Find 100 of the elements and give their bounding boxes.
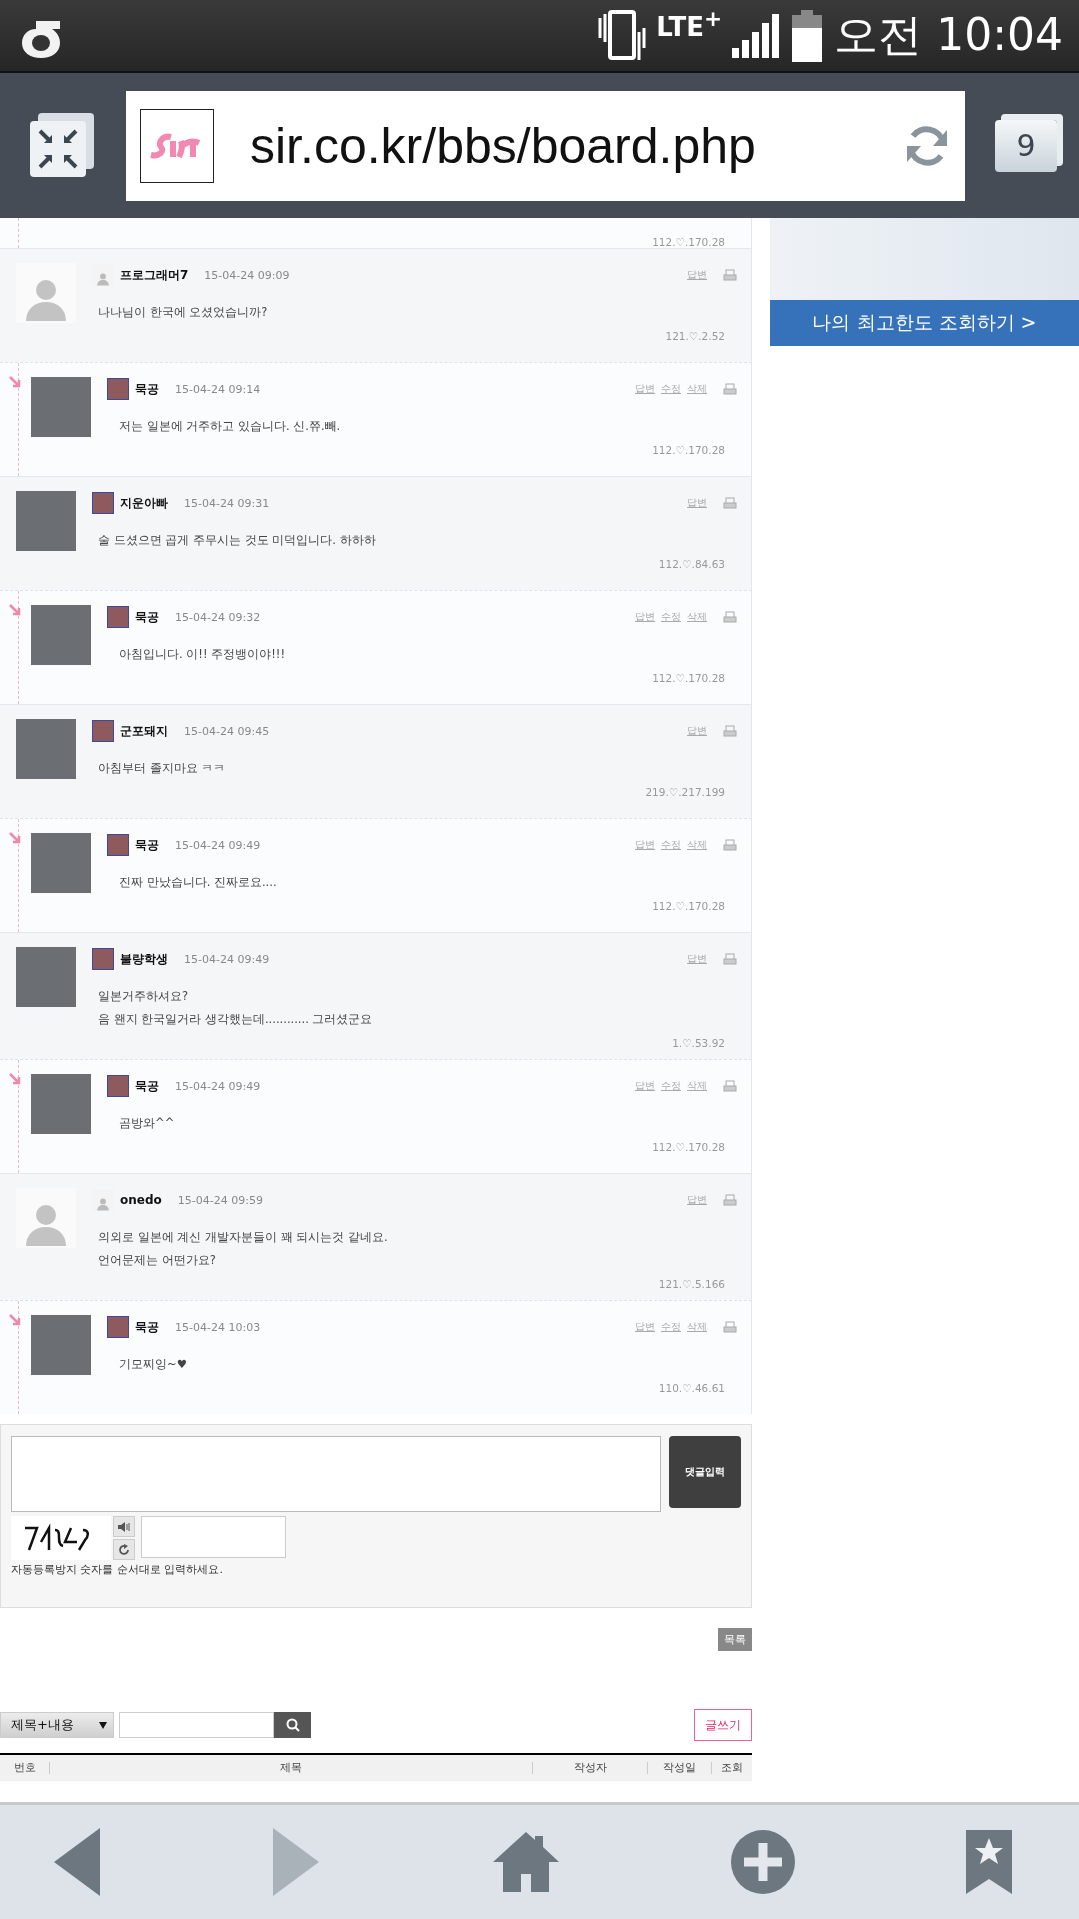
member-badge-icon xyxy=(92,492,114,514)
comment-text: 언어문제는 어떤가요? xyxy=(98,1253,217,1268)
avatar-photo-placeholder xyxy=(31,1315,91,1375)
comment-action-link[interactable]: 삭제 xyxy=(687,1320,707,1334)
reply-arrow-icon xyxy=(8,1072,22,1086)
refresh-captcha-button[interactable] xyxy=(113,1539,135,1560)
comment-author[interactable]: 묵공 xyxy=(135,380,159,398)
speaker-icon xyxy=(117,1520,131,1533)
avatar-photo-placeholder xyxy=(31,605,91,665)
collapse-icon[interactable] xyxy=(30,112,96,179)
comment-author[interactable]: 군포돼지 xyxy=(120,722,168,740)
add-icon xyxy=(729,1829,796,1895)
caret-icon xyxy=(99,1721,107,1729)
comment-action-link[interactable]: 답변 xyxy=(687,268,707,282)
search-type-select[interactable]: 제목+내용 xyxy=(0,1712,114,1738)
comment-action-link[interactable]: 수정 xyxy=(661,1079,681,1093)
list-button[interactable]: 목록 xyxy=(718,1628,752,1651)
comment-date: 15-04-24 09:45 xyxy=(184,724,270,738)
search-button[interactable] xyxy=(274,1712,311,1738)
comment-date: 15-04-24 10:03 xyxy=(175,1320,261,1334)
comment-action-link[interactable]: 답변 xyxy=(635,1320,655,1334)
bookmark-button[interactable] xyxy=(965,1829,1013,1895)
comment-date: 15-04-24 09:49 xyxy=(175,838,261,852)
printer-icon[interactable] xyxy=(723,1321,737,1333)
printer-icon[interactable] xyxy=(723,725,737,737)
printer-icon[interactable] xyxy=(723,839,737,851)
avatar-photo-placeholder xyxy=(16,719,76,779)
comment-action-link[interactable]: 수정 xyxy=(661,382,681,396)
avatar-photo-placeholder xyxy=(31,833,91,893)
comment-action-link[interactable]: 수정 xyxy=(661,610,681,624)
back-button[interactable] xyxy=(52,1826,102,1898)
comment-action-link[interactable]: 답변 xyxy=(687,724,707,738)
column-header: 조회 xyxy=(720,1762,744,1774)
comment-ip: 112.♡.170.28 xyxy=(652,1141,725,1153)
column-header: 작성일 xyxy=(648,1762,712,1774)
submit-comment-button[interactable]: 댓글입력 xyxy=(669,1436,741,1508)
favicon-icon xyxy=(140,108,214,183)
comment-action-link[interactable]: 삭제 xyxy=(687,382,707,396)
comment-action-link[interactable]: 답변 xyxy=(687,952,707,966)
comment-action-link[interactable]: 삭제 xyxy=(687,838,707,852)
printer-icon[interactable] xyxy=(723,1080,737,1092)
comment-text: 아침부터 졸지마요 ㅋㅋ xyxy=(98,761,227,776)
comment-text: 저는 일본에 거주하고 있습니다. 신.쮸.빼. xyxy=(119,419,342,434)
add-button[interactable] xyxy=(729,1829,796,1895)
comment-ip: 121.♡.2.52 xyxy=(665,330,725,342)
comment-action-link[interactable]: 답변 xyxy=(687,1193,707,1207)
comment-ip: 112.♡.170.28 xyxy=(652,672,725,684)
comment-ip: 219.♡.217.199 xyxy=(645,786,725,798)
comment-ip: 121.♡.5.166 xyxy=(658,1278,725,1290)
avatar-photo-placeholder xyxy=(16,491,76,551)
back-arrow-icon xyxy=(52,1826,102,1898)
column-header: 작성자 xyxy=(533,1762,648,1774)
comment-author[interactable]: 지운아빠 xyxy=(120,494,168,512)
comment-author[interactable]: 묵공 xyxy=(135,1318,159,1336)
comment-action-link[interactable]: 답변 xyxy=(635,382,655,396)
comment-action-link[interactable]: 답변 xyxy=(635,838,655,852)
avatar-photo-placeholder xyxy=(16,947,76,1007)
comment-ip: 112.♡.170.28 xyxy=(652,236,725,248)
comment-author[interactable]: 프로그래머7 xyxy=(120,266,189,284)
comment-author[interactable]: 묵공 xyxy=(135,1077,159,1095)
comment-action-link[interactable]: 수정 xyxy=(661,838,681,852)
member-badge-icon xyxy=(92,948,114,970)
comment-date: 15-04-24 09:14 xyxy=(175,382,261,396)
comment-ip: 112.♡.170.28 xyxy=(652,900,725,912)
comment-action-link[interactable]: 수정 xyxy=(661,1320,681,1334)
url-text: sir.co.kr/bbs/board.php xyxy=(250,116,757,175)
printer-icon[interactable] xyxy=(723,1194,737,1206)
printer-icon[interactable] xyxy=(723,269,737,281)
write-button[interactable]: 글쓰기 xyxy=(694,1709,752,1741)
comment-author[interactable]: 묵공 xyxy=(135,836,159,854)
member-badge-icon xyxy=(107,834,129,856)
ad-banner-link[interactable]: 나의 최고한도 조회하기 > xyxy=(770,300,1079,346)
printer-icon[interactable] xyxy=(723,497,737,509)
comment-action-link[interactable]: 삭제 xyxy=(687,610,707,624)
comment-action-link[interactable]: 답변 xyxy=(635,1079,655,1093)
comment-ip: 112.♡.170.28 xyxy=(652,444,725,456)
comment-author[interactable]: 불량학생 xyxy=(120,950,168,968)
member-badge-icon xyxy=(92,264,114,286)
comment-ip: 1.♡.53.92 xyxy=(672,1037,725,1049)
search-field[interactable] xyxy=(119,1712,274,1738)
audio-captcha-button[interactable] xyxy=(113,1516,135,1537)
address-field[interactable]: sir.co.kr/bbs/board.php xyxy=(126,90,965,201)
comment-date: 15-04-24 09:31 xyxy=(184,496,270,510)
comment-action-link[interactable]: 답변 xyxy=(687,496,707,510)
clock: 오전 10:04 xyxy=(834,8,1063,62)
captcha-input[interactable] xyxy=(141,1516,286,1558)
comment-action-link[interactable]: 답변 xyxy=(635,610,655,624)
printer-icon[interactable] xyxy=(723,953,737,965)
comment-author[interactable]: onedo xyxy=(120,1193,162,1207)
member-badge-icon xyxy=(92,720,114,742)
signal-icon xyxy=(730,13,781,58)
printer-icon[interactable] xyxy=(723,611,737,623)
comment-date: 15-04-24 09:32 xyxy=(175,610,261,624)
reply-arrow-icon xyxy=(8,603,22,617)
reply-arrow-icon xyxy=(8,375,22,389)
member-badge-icon xyxy=(107,606,129,628)
comment-text: 의외로 일본에 계신 개발자분들이 꽤 되시는것 같네요. xyxy=(98,1230,389,1245)
comment-author[interactable]: 묵공 xyxy=(135,608,159,626)
comment-action-link[interactable]: 삭제 xyxy=(687,1079,707,1093)
printer-icon[interactable] xyxy=(723,383,737,395)
